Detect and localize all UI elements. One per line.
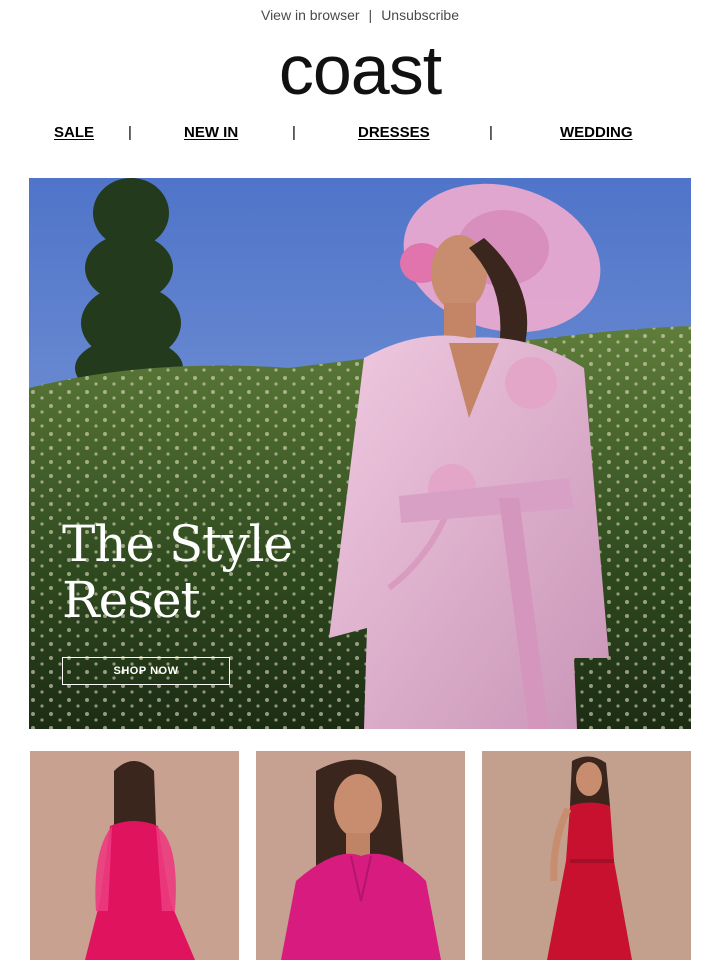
nav-separator: |	[128, 124, 132, 141]
nav-dresses[interactable]: DRESSES	[358, 124, 430, 141]
product-grid	[30, 751, 691, 960]
hero-title: The Style Reset	[62, 515, 293, 629]
brand-logo[interactable]: coast	[0, 30, 720, 110]
nav-wedding[interactable]: WEDDING	[560, 124, 633, 141]
product-card-red-dress[interactable]	[482, 751, 691, 960]
product-card-pink-dress[interactable]	[30, 751, 239, 960]
hero-banner[interactable]: The Style Reset SHOP NOW	[29, 178, 691, 729]
nav-separator: |	[489, 124, 493, 141]
nav-separator: |	[292, 124, 296, 141]
product-card-pink-shirt[interactable]	[256, 751, 465, 960]
product-image	[30, 751, 239, 960]
product-image	[482, 751, 691, 960]
preheader-separator: |	[368, 7, 373, 23]
hero-title-line2: Reset	[62, 571, 201, 629]
main-nav: SALE | NEW IN | DRESSES | WEDDING	[0, 118, 720, 148]
preheader: View in browser | Unsubscribe	[0, 0, 720, 30]
nav-sale[interactable]: SALE	[54, 124, 94, 141]
shop-now-button[interactable]: SHOP NOW	[62, 657, 230, 685]
nav-new-in[interactable]: NEW IN	[184, 124, 238, 141]
hero-image	[29, 178, 691, 729]
view-in-browser-link[interactable]: View in browser	[261, 7, 360, 23]
product-image	[256, 751, 465, 960]
hero-title-line1: The Style	[62, 515, 293, 573]
unsubscribe-link[interactable]: Unsubscribe	[381, 7, 459, 23]
